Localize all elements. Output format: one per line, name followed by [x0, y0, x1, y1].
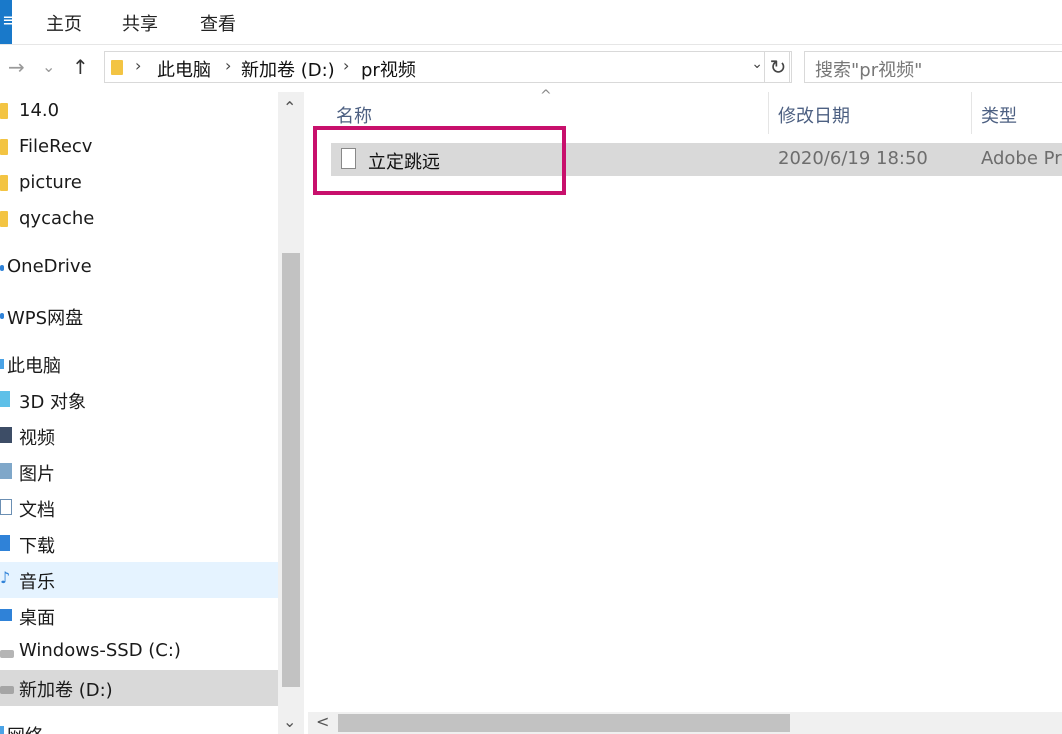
folder-icon — [0, 103, 8, 119]
file-tab-label: ≡ — [2, 10, 18, 31]
column-header-type[interactable]: 类型 — [981, 102, 1017, 128]
sidebar-item-pictures[interactable]: 图片 — [0, 454, 278, 490]
tab-home[interactable]: 主页 — [46, 10, 82, 36]
file-date-modified: 2020/6/19 18:50 — [778, 148, 928, 169]
sidebar-item-documents[interactable]: 文档 — [0, 490, 278, 526]
sidebar-item-label: qycache — [19, 208, 95, 229]
sidebar-item-label: 新加卷 (D:) — [19, 680, 113, 701]
column-header-name[interactable]: 名称 — [336, 102, 372, 128]
refresh-button[interactable]: ↻ — [764, 51, 792, 83]
sidebar-item-label: 图片 — [19, 464, 55, 485]
scroll-down-arrow-icon[interactable]: ⌄ — [283, 712, 296, 731]
sidebar-item-music[interactable]: ♪ 音乐 — [0, 562, 278, 598]
search-input[interactable]: 搜索"pr视频" — [804, 51, 1062, 83]
sidebar-item-picture[interactable]: picture — [0, 166, 278, 202]
sidebar-item-drive-c[interactable]: Windows-SSD (C:) — [0, 634, 278, 670]
scroll-up-arrow-icon[interactable]: ⌃ — [283, 98, 296, 117]
search-placeholder: 搜索"pr视频" — [815, 60, 923, 81]
sidebar-item-desktop[interactable]: 桌面 — [0, 598, 278, 634]
address-bar[interactable]: › 此电脑 › 新加卷 (D:) › pr视频 ⌄ — [104, 51, 790, 83]
folder-icon — [0, 211, 8, 227]
sidebar-item-label: 视频 — [19, 428, 55, 449]
sidebar-item-label: picture — [19, 172, 82, 193]
breadcrumb-drive-d[interactable]: 新加卷 (D:) — [241, 56, 335, 82]
network-icon — [0, 726, 4, 734]
sidebar-item-label: WPS网盘 — [7, 308, 84, 329]
sidebar-item-this-pc[interactable]: 此电脑 — [0, 346, 278, 382]
sidebar-item-label: 网络 — [7, 722, 43, 734]
column-divider[interactable] — [971, 92, 972, 134]
sidebar-item-label: FileRecv — [19, 136, 93, 157]
document-icon — [0, 499, 12, 515]
sidebar-item-downloads[interactable]: 下载 — [0, 526, 278, 562]
folder-icon — [0, 139, 8, 155]
recent-locations-button[interactable]: ⌄ — [42, 52, 55, 82]
sidebar-item-label: 14.0 — [19, 100, 60, 121]
sidebar-item-onedrive[interactable]: OneDrive — [0, 250, 278, 286]
breadcrumb-this-pc[interactable]: 此电脑 — [157, 56, 211, 82]
sidebar-item-wps-cloud[interactable]: WPS网盘 — [0, 298, 278, 334]
breadcrumb-separator: › — [135, 56, 142, 75]
column-divider[interactable] — [768, 92, 769, 134]
file-tab[interactable]: ≡ — [0, 0, 17, 44]
sidebar-item-label: 下载 — [19, 536, 55, 557]
sidebar-item-label: 3D 对象 — [19, 392, 87, 413]
ribbon — [0, 0, 1062, 45]
sidebar-item-label: 文档 — [19, 500, 55, 521]
tab-view[interactable]: 查看 — [200, 10, 236, 36]
sidebar-item-filerecv[interactable]: FileRecv — [0, 130, 278, 166]
picture-icon — [0, 463, 12, 479]
sidebar-item-label: OneDrive — [7, 256, 92, 277]
sidebar-item-label: 音乐 — [19, 572, 55, 593]
breadcrumb-separator: › — [225, 56, 232, 75]
forward-button[interactable]: → — [8, 52, 25, 82]
up-button[interactable]: ↑ — [72, 52, 89, 82]
scroll-left-arrow-icon[interactable]: < — [316, 712, 329, 731]
sidebar-item-14-0[interactable]: 14.0 — [0, 94, 278, 130]
computer-icon — [0, 359, 4, 369]
cube-icon — [0, 391, 10, 407]
column-header-date-modified[interactable]: 修改日期 — [778, 102, 850, 128]
sidebar-item-3d-objects[interactable]: 3D 对象 — [0, 382, 278, 418]
download-icon — [0, 535, 10, 551]
sort-ascending-icon: ^ — [540, 88, 552, 104]
drive-icon — [0, 686, 14, 694]
cloud-icon — [0, 313, 4, 319]
sidebar-item-network[interactable]: 网络 — [0, 716, 278, 734]
sidebar-scrollbar-thumb[interactable] — [282, 253, 300, 687]
cloud-icon — [0, 265, 4, 271]
sidebar-item-videos[interactable]: 视频 — [0, 418, 278, 454]
desktop-icon — [0, 609, 12, 621]
breadcrumb-separator: › — [343, 56, 350, 75]
file-type: Adobe Pr — [981, 148, 1062, 169]
folder-icon — [0, 175, 8, 191]
sidebar-item-label: Windows-SSD (C:) — [19, 640, 181, 661]
sidebar-item-label: 桌面 — [19, 608, 55, 629]
music-icon: ♪ — [0, 568, 11, 587]
video-icon — [0, 427, 12, 443]
address-dropdown-icon[interactable]: ⌄ — [751, 56, 763, 72]
drive-icon — [0, 650, 14, 658]
breadcrumb-pr-video[interactable]: pr视频 — [361, 56, 416, 82]
sidebar-item-qycache[interactable]: qycache — [0, 202, 278, 238]
horizontal-scrollbar-thumb[interactable] — [338, 714, 790, 732]
tab-share[interactable]: 共享 — [122, 10, 158, 36]
highlight-box — [313, 126, 566, 195]
sidebar-item-drive-d[interactable]: 新加卷 (D:) — [0, 670, 278, 706]
folder-icon — [111, 60, 123, 75]
sidebar-item-label: 此电脑 — [7, 356, 61, 377]
